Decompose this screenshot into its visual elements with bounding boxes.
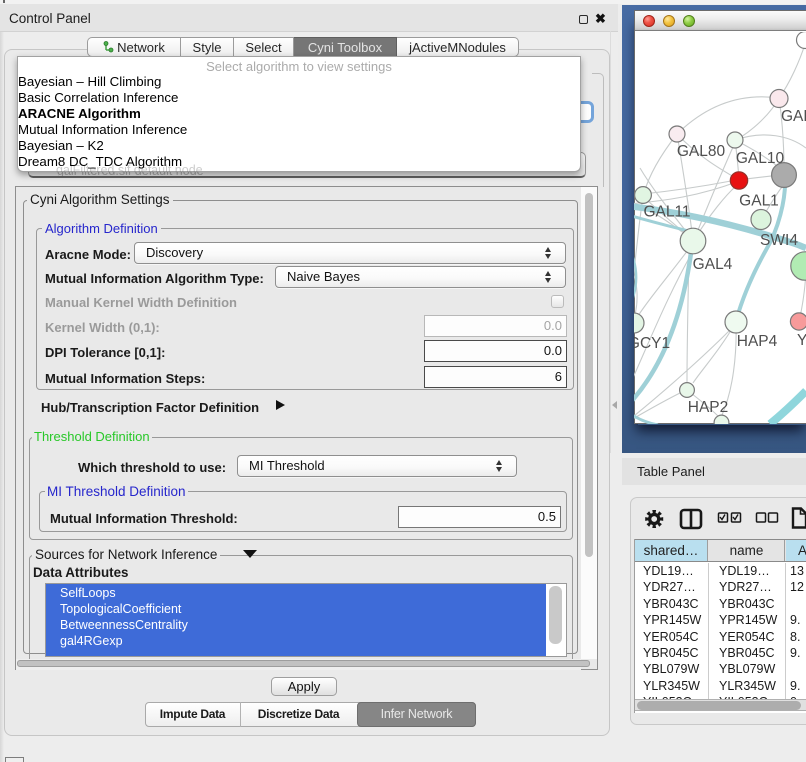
svg-text:YJ: YJ bbox=[797, 332, 806, 349]
svg-text:GAL1: GAL1 bbox=[739, 193, 779, 210]
svg-text:GAL80: GAL80 bbox=[677, 143, 726, 160]
svg-text:GAL10: GAL10 bbox=[736, 150, 785, 167]
svg-text:SWI4: SWI4 bbox=[760, 232, 798, 249]
svg-text:GCY1: GCY1 bbox=[634, 335, 670, 352]
svg-text:HAP4: HAP4 bbox=[737, 333, 778, 350]
svg-text:HAP2: HAP2 bbox=[688, 399, 729, 416]
svg-text:GAL11: GAL11 bbox=[643, 204, 690, 221]
svg-text:GAL7: GAL7 bbox=[781, 108, 806, 125]
svg-text:GAL4: GAL4 bbox=[693, 256, 733, 273]
